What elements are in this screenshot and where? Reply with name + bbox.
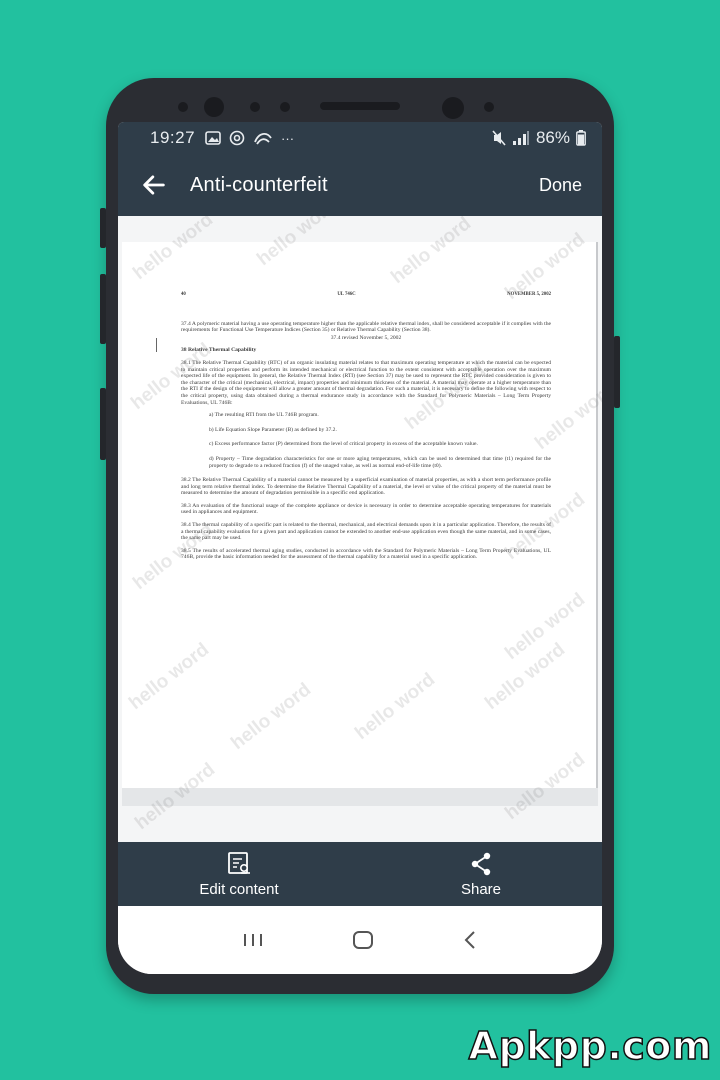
page-number: 40	[181, 292, 186, 297]
app-bar: Anti-counterfeit Done	[118, 154, 602, 216]
paragraph-38-3: 38.3 An evaluation of the functional usa…	[181, 502, 551, 516]
home-icon[interactable]	[351, 930, 375, 950]
back-nav-icon[interactable]	[462, 930, 478, 950]
document-text: 40 UL 746C NOVEMBER 5, 2002 37.4 A polym…	[181, 292, 551, 567]
sensor-dot	[280, 102, 290, 112]
share-button[interactable]: Share	[360, 842, 602, 906]
edit-content-label: Edit content	[199, 880, 279, 898]
list-item-d: d) Property – Time degradation character…	[209, 455, 551, 469]
power-button	[614, 336, 620, 408]
mute-icon	[492, 130, 506, 146]
text-cursor	[156, 338, 157, 352]
front-camera	[204, 97, 224, 117]
list-item-b: b) Life Equation Slope Parameter (B) as …	[209, 426, 337, 433]
section-heading: 38 Relative Thermal Capability	[181, 347, 257, 354]
paragraph-38-5: 38.5 The results of accelerated thermal …	[181, 547, 551, 561]
image-icon	[205, 131, 221, 145]
system-nav-bar	[118, 906, 602, 974]
paragraph-38-2: 38.2 The Relative Thermal Capability of …	[181, 477, 551, 497]
battery-percent: 86%	[535, 128, 570, 147]
page-title: Anti-counterfeit	[190, 173, 328, 196]
volume-up-button	[100, 208, 106, 248]
volume-down-button	[100, 274, 106, 344]
status-left-icons: ···	[205, 130, 294, 146]
edit-content-button[interactable]: Edit content	[118, 842, 360, 906]
share-label: Share	[460, 880, 502, 898]
swipe-icon	[254, 133, 272, 145]
phone-screen: 19:27 ··· 86% Anti-counterfeit Done 40 U…	[118, 122, 602, 974]
paragraph-38-4: 38.4 The thermal capability of a specifi…	[181, 522, 551, 542]
battery-icon	[576, 130, 586, 146]
document-date: NOVEMBER 5, 2002	[507, 292, 551, 297]
more-dots-icon: ···	[281, 130, 295, 146]
sensor-dot	[250, 102, 260, 112]
done-button[interactable]: Done	[539, 175, 582, 196]
share-icon	[471, 852, 491, 875]
bixby-button	[100, 388, 106, 460]
bottom-action-bar: Edit content Share	[118, 842, 602, 906]
status-bar: 19:27 ··· 86%	[118, 122, 602, 154]
document-preview[interactable]: 40 UL 746C NOVEMBER 5, 2002 37.4 A polym…	[118, 216, 602, 842]
revision-note: 37.4 revised November 5, 2002	[330, 334, 402, 341]
sensor-dot	[484, 102, 494, 112]
sensor-dot	[178, 102, 188, 112]
edit-document-icon	[228, 851, 250, 874]
paragraph-38-1: 38.1 The Relative Thermal Capability (RT…	[181, 359, 551, 406]
site-watermark: Apkpp.com	[468, 1023, 712, 1069]
status-time: 19:27	[150, 128, 196, 147]
earpiece-speaker	[320, 102, 400, 110]
signal-icon	[512, 131, 529, 145]
phone-frame: 19:27 ··· 86% Anti-counterfeit Done 40 U…	[100, 78, 620, 994]
iris-sensor	[442, 97, 464, 119]
at-icon	[229, 130, 245, 146]
back-arrow-icon[interactable]	[140, 171, 168, 199]
recents-icon[interactable]	[242, 932, 264, 948]
status-right: 86%	[492, 128, 586, 148]
document-page: 40 UL 746C NOVEMBER 5, 2002 37.4 A polym…	[122, 242, 598, 798]
paragraph-37-4: 37.4 A polymeric material having a use o…	[181, 320, 551, 334]
document-header: 40 UL 746C NOVEMBER 5, 2002	[181, 292, 551, 299]
list-item-a: a) The resulting RTI from the UL 746B pr…	[209, 412, 319, 419]
list-item-c: c) Excess performance factor (P) determi…	[209, 441, 478, 448]
page-shadow	[122, 788, 598, 806]
standard-name: UL 746C	[337, 292, 356, 297]
